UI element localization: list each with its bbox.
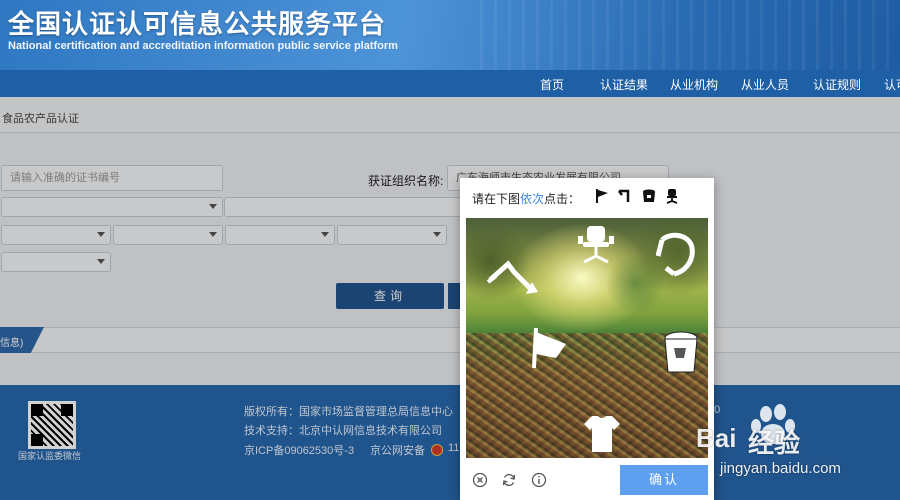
captcha-prompt: 请在下图依次点击： xyxy=(472,192,581,206)
captcha-toolbar xyxy=(472,472,557,488)
site-title[interactable]: 全国认证认可信息公共服务平台 xyxy=(8,4,386,41)
chair-icon[interactable] xyxy=(578,224,614,264)
info-icon[interactable] xyxy=(531,472,547,488)
bucket-icon[interactable] xyxy=(662,330,700,376)
chair-icon xyxy=(666,189,678,204)
bucket-icon xyxy=(642,189,655,202)
hook-icon xyxy=(618,189,630,202)
hook-icon[interactable] xyxy=(656,232,698,278)
flag-icon[interactable] xyxy=(526,326,570,370)
nav-item-rules[interactable]: 认证规则 xyxy=(813,76,861,93)
site-header: 全国认证认可信息公共服务平台 National certification an… xyxy=(0,0,900,70)
flag-icon xyxy=(596,189,608,203)
close-icon[interactable] xyxy=(472,472,488,488)
shirt-icon[interactable] xyxy=(584,414,620,454)
nav-item-cert-results[interactable]: 认证结果 xyxy=(600,76,648,93)
nav-item-personnel[interactable]: 从业人员 xyxy=(741,76,789,93)
arrow-icon[interactable] xyxy=(486,258,542,298)
main-nav: 首页 认证结果 从业机构 从业人员 认证规则 认可 xyxy=(0,70,900,97)
refresh-icon[interactable] xyxy=(501,472,517,488)
watermark-brand-bai: Bai xyxy=(696,423,737,453)
click-captcha-dialog: 请在下图依次点击： 确认 xyxy=(460,178,714,500)
captcha-target-icons xyxy=(594,188,684,206)
captcha-prompt-highlight: 依次 xyxy=(520,192,545,206)
nav-item-institutions[interactable]: 从业机构 xyxy=(670,76,718,93)
nav-item-accreditation[interactable]: 认可 xyxy=(884,76,900,93)
watermark-brand-text: 经验 xyxy=(748,428,801,458)
captcha-image[interactable] xyxy=(466,218,708,458)
nav-item-home[interactable]: 首页 xyxy=(540,76,564,93)
watermark-url: jingyan.baidu.com xyxy=(720,460,841,477)
site-subtitle: National certification and accreditation… xyxy=(8,40,398,52)
captcha-confirm-button[interactable]: 确认 xyxy=(620,465,708,495)
